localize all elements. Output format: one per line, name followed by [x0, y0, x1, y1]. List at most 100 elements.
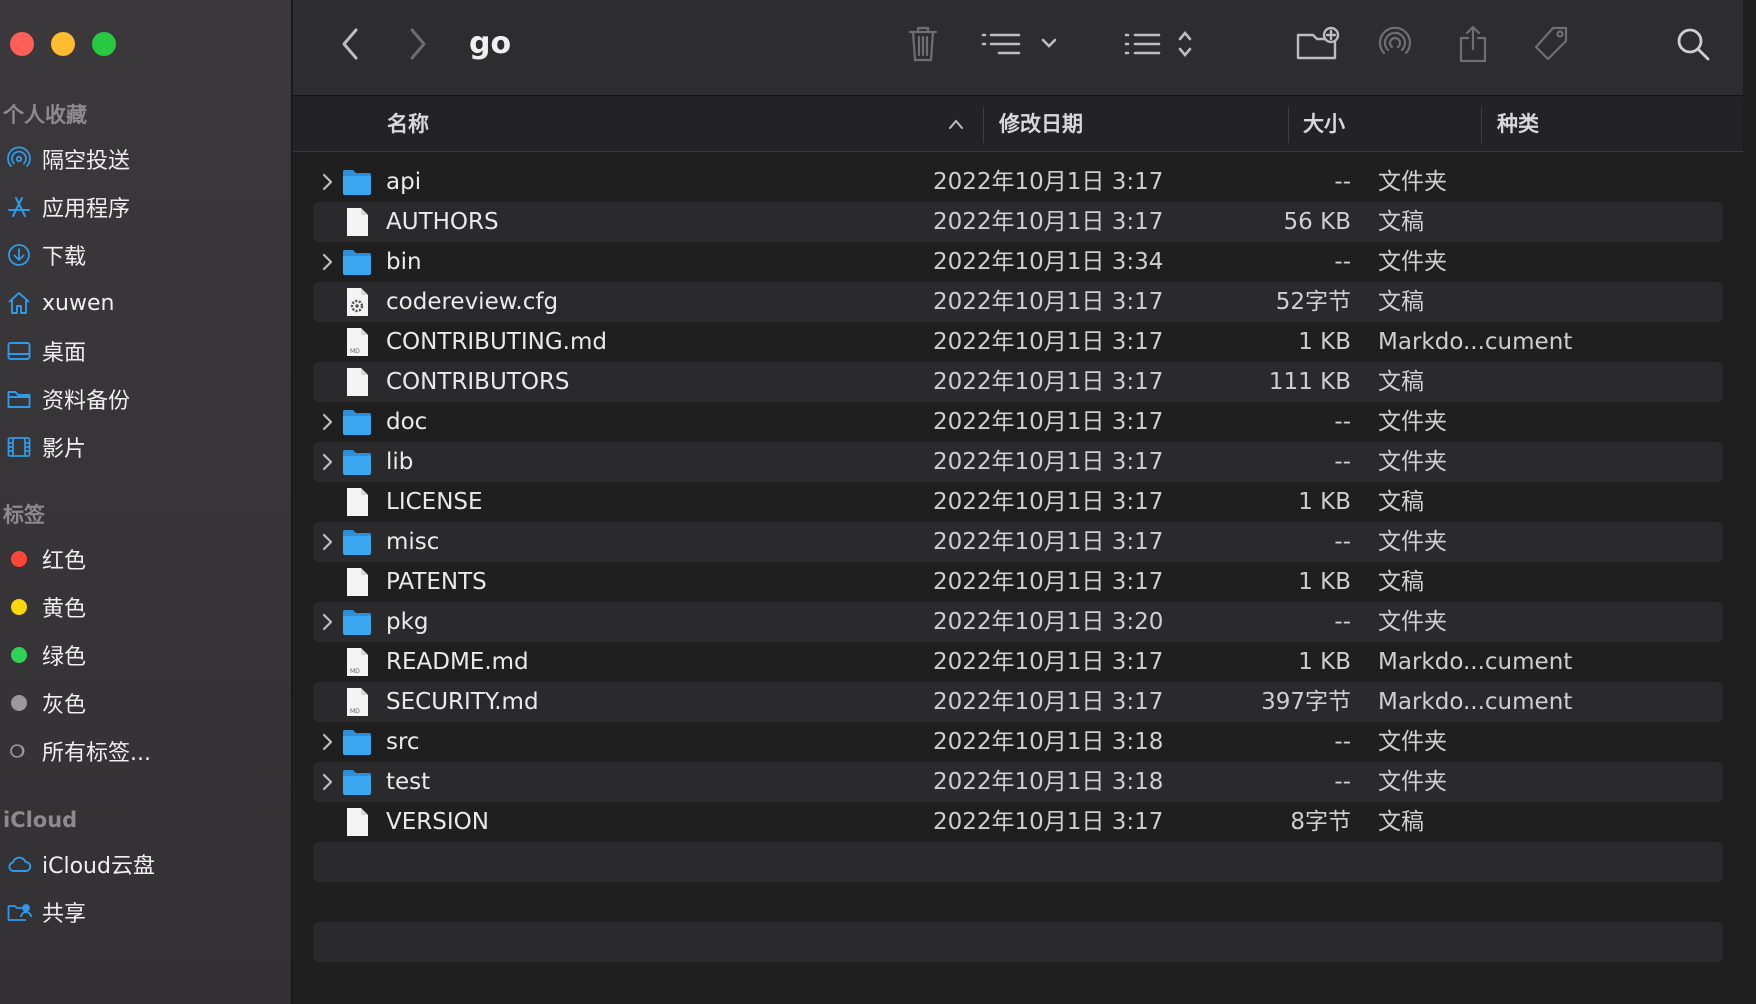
all-tags-icon [4, 736, 34, 766]
sidebar-tag-item[interactable]: 绿色 [0, 631, 292, 679]
file-row[interactable]: doc 2022年10月1日 3:17 -- 文件夹 [313, 402, 1723, 442]
empty-row [313, 842, 1723, 882]
column-date-header[interactable]: 修改日期 [999, 97, 1083, 152]
sidebar-item-label: 共享 [42, 902, 87, 927]
file-size: 1 KB [1298, 569, 1351, 595]
file-name: bin [386, 249, 422, 275]
sidebar-item-airdrop[interactable]: 隔空投送 [0, 135, 292, 183]
sidebar-tag-item[interactable]: 黄色 [0, 583, 292, 631]
disclosure-chevron-icon[interactable] [319, 170, 337, 194]
list-sort-icon [1124, 30, 1192, 58]
close-window-button[interactable] [10, 32, 34, 56]
tag-button[interactable] [1529, 22, 1573, 66]
column-size-header[interactable]: 大小 [1303, 97, 1345, 152]
disclosure-chevron-icon[interactable] [319, 450, 337, 474]
sort-ascending-icon [949, 119, 963, 129]
column-divider[interactable] [1288, 107, 1289, 143]
trash-icon [908, 26, 938, 62]
file-kind: 文稿 [1378, 489, 1424, 515]
column-kind-header[interactable]: 种类 [1497, 97, 1539, 152]
trash-button[interactable] [901, 22, 945, 66]
file-date: 2022年10月1日 3:18 [933, 729, 1164, 755]
disclosure-chevron-icon[interactable] [319, 250, 337, 274]
file-row[interactable]: MD SECURITY.md 2022年10月1日 3:17 397字节 Markdo.… [313, 682, 1723, 722]
sidebar-item-shared-folder[interactable]: 共享 [0, 888, 292, 936]
file-row[interactable]: misc 2022年10月1日 3:17 -- 文件夹 [313, 522, 1723, 562]
sidebar-item-film[interactable]: 影片 [0, 423, 292, 471]
disclosure-chevron-icon[interactable] [319, 530, 337, 554]
markdown-file-icon: MD [341, 647, 373, 677]
disclosure-chevron-icon[interactable] [319, 610, 337, 634]
column-name-header[interactable]: 名称 [387, 97, 429, 152]
file-size: -- [1334, 769, 1351, 795]
file-size: -- [1334, 529, 1351, 555]
sidebar-item-label: iCloud云盘 [42, 854, 155, 879]
file-row[interactable]: VERSION 2022年10月1日 3:17 8字节 文稿 [313, 802, 1723, 842]
tags-heading: 标签 [3, 503, 45, 527]
file-row[interactable]: lib 2022年10月1日 3:17 -- 文件夹 [313, 442, 1723, 482]
airdrop-icon [4, 144, 34, 174]
file-name: lib [386, 449, 414, 475]
sidebar-item-label: 隔空投送 [42, 149, 131, 174]
back-button[interactable] [333, 22, 367, 66]
share-button[interactable] [1451, 22, 1495, 66]
file-row[interactable]: src 2022年10月1日 3:18 -- 文件夹 [313, 722, 1723, 762]
file-kind: 文件夹 [1378, 609, 1447, 635]
file-list: api 2022年10月1日 3:17 -- 文件夹 AUTHORS 2022年10月1日… [313, 162, 1723, 842]
file-row[interactable]: api 2022年10月1日 3:17 -- 文件夹 [313, 162, 1723, 202]
document-icon [341, 367, 373, 397]
sidebar-item-label: xuwen [42, 290, 115, 316]
column-divider[interactable] [1481, 107, 1482, 143]
column-divider[interactable] [983, 107, 984, 143]
file-row[interactable]: AUTHORS 2022年10月1日 3:17 56 KB 文稿 [313, 202, 1723, 242]
file-row[interactable]: PATENTS 2022年10月1日 3:17 1 KB 文稿 [313, 562, 1723, 602]
file-kind: 文稿 [1378, 569, 1424, 595]
tag-icon [1534, 26, 1568, 61]
file-date: 2022年10月1日 3:17 [933, 449, 1164, 475]
sidebar-tag-item[interactable]: 灰色 [0, 679, 292, 727]
file-size: 1 KB [1298, 489, 1351, 515]
airdrop-button[interactable] [1373, 22, 1417, 66]
sidebar-item-folder[interactable]: 资料备份 [0, 375, 292, 423]
sidebar-item-download[interactable]: 下载 [0, 231, 292, 279]
file-row[interactable]: bin 2022年10月1日 3:34 -- 文件夹 [313, 242, 1723, 282]
file-name: AUTHORS [386, 209, 499, 235]
file-date: 2022年10月1日 3:17 [933, 369, 1164, 395]
fullscreen-window-button[interactable] [92, 32, 116, 56]
new-folder-button[interactable] [1293, 22, 1343, 66]
file-name: PATENTS [386, 569, 487, 595]
minimize-window-button[interactable] [51, 32, 75, 56]
search-button[interactable] [1671, 22, 1715, 66]
desktop-icon [4, 336, 34, 366]
sidebar-tag-item[interactable]: 所有标签... [0, 727, 292, 775]
forward-button[interactable] [401, 22, 435, 66]
file-name: doc [386, 409, 428, 435]
sidebar-item-desktop[interactable]: 桌面 [0, 327, 292, 375]
disclosure-chevron-icon[interactable] [319, 770, 337, 794]
film-icon [4, 432, 34, 462]
chevron-left-icon [342, 28, 358, 60]
tag-color-dot-icon [4, 592, 34, 622]
sidebar-item-applications[interactable]: 应用程序 [0, 183, 292, 231]
file-row[interactable]: CONTRIBUTORS 2022年10月1日 3:17 111 KB 文稿 [313, 362, 1723, 402]
file-row[interactable]: LICENSE 2022年10月1日 3:17 1 KB 文稿 [313, 482, 1723, 522]
disclosure-chevron-icon[interactable] [319, 410, 337, 434]
file-row[interactable]: MD CONTRIBUTING.md 2022年10月1日 3:17 1 KB Mark… [313, 322, 1723, 362]
config-file-icon [341, 287, 373, 317]
sort-by-button[interactable] [1123, 22, 1203, 66]
file-kind: 文稿 [1378, 289, 1424, 315]
file-date: 2022年10月1日 3:18 [933, 769, 1164, 795]
icloud-section: iCloud iCloud云盘 共享 [0, 800, 292, 936]
sidebar-item-home[interactable]: xuwen [0, 279, 292, 327]
disclosure-chevron-icon[interactable] [319, 730, 337, 754]
file-name: codereview.cfg [386, 289, 559, 315]
file-row[interactable]: codereview.cfg 2022年10月1日 3:17 52字节 文稿 [313, 282, 1723, 322]
file-name: pkg [386, 609, 429, 635]
sidebar-item-cloud[interactable]: iCloud云盘 [0, 840, 292, 888]
file-size: -- [1334, 169, 1351, 195]
file-row[interactable]: pkg 2022年10月1日 3:20 -- 文件夹 [313, 602, 1723, 642]
group-by-button[interactable] [981, 22, 1061, 66]
sidebar-tag-item[interactable]: 红色 [0, 535, 292, 583]
file-row[interactable]: test 2022年10月1日 3:18 -- 文件夹 [313, 762, 1723, 802]
file-row[interactable]: MD README.md 2022年10月1日 3:17 1 KB Markdo...c… [313, 642, 1723, 682]
